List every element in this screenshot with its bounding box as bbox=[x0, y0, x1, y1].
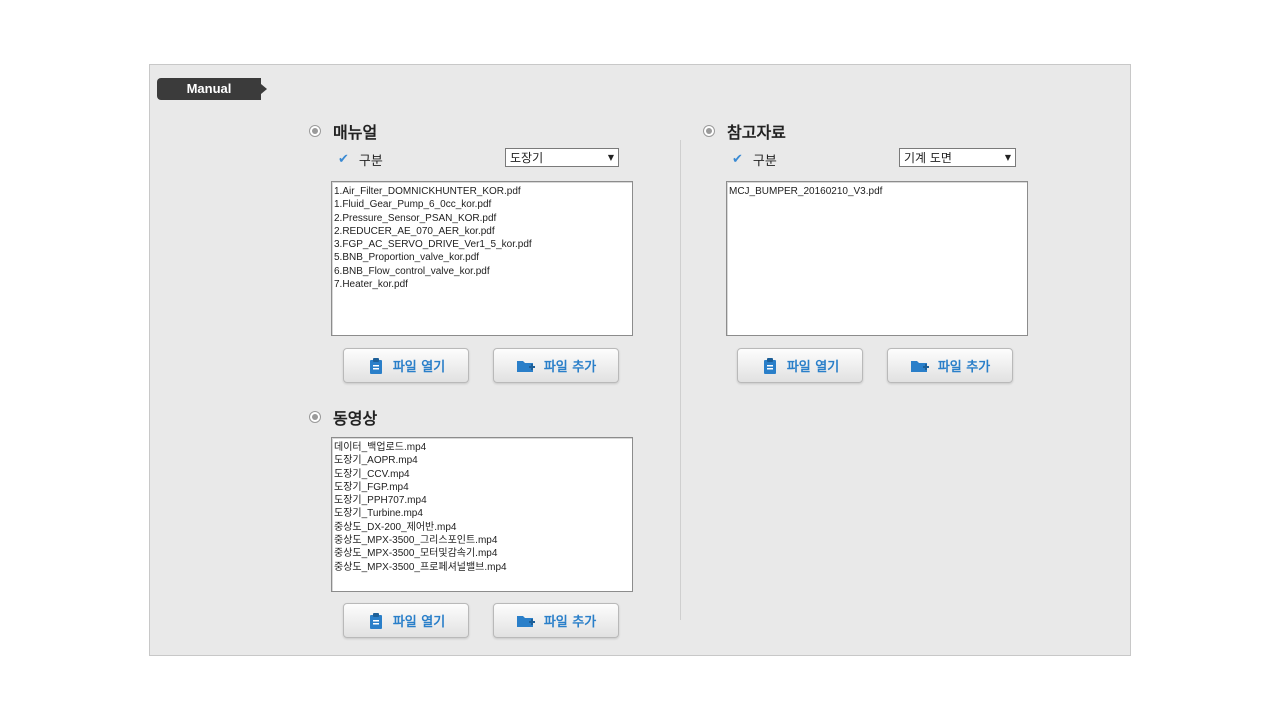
chevron-down-icon: ▼ bbox=[607, 153, 614, 162]
clipboard-icon bbox=[369, 612, 382, 629]
folder-add-icon bbox=[516, 360, 535, 372]
manual-section-title: 매뉴얼 bbox=[309, 119, 377, 143]
folder-add-icon bbox=[910, 360, 929, 372]
list-item[interactable]: 5.BNB_Proportion_valve_kor.pdf bbox=[334, 251, 630, 264]
manual-panel: Manual 매뉴얼 ✔ 구분 도장기 ▼ 1.Air_Filter_DOMNI… bbox=[149, 64, 1131, 656]
manual-open-file-button[interactable]: 파일 열기 bbox=[343, 348, 469, 383]
video-title: 동영상 bbox=[333, 409, 378, 428]
manual-select-value: 도장기 bbox=[510, 151, 544, 165]
reference-section-title: 참고자료 bbox=[703, 119, 786, 143]
list-item[interactable]: 1.Air_Filter_DOMNICKHUNTER_KOR.pdf bbox=[334, 185, 630, 198]
check-icon: ✔ bbox=[732, 152, 743, 167]
list-item[interactable]: 2.REDUCER_AE_070_AER_kor.pdf bbox=[334, 225, 630, 238]
reference-add-label: 파일 추가 bbox=[937, 360, 991, 375]
manual-category-label: 구분 bbox=[358, 154, 383, 169]
manual-category-select[interactable]: 도장기 ▼ bbox=[505, 148, 619, 167]
manual-file-list[interactable]: 1.Air_Filter_DOMNICKHUNTER_KOR.pdf 1.Flu… bbox=[331, 181, 633, 336]
reference-open-label: 파일 열기 bbox=[786, 360, 840, 375]
video-open-file-button[interactable]: 파일 열기 bbox=[343, 603, 469, 638]
folder-add-icon bbox=[516, 615, 535, 627]
list-item[interactable]: 7.Heater_kor.pdf bbox=[334, 278, 630, 291]
reference-add-file-button[interactable]: 파일 추가 bbox=[887, 348, 1013, 383]
list-item[interactable]: 3.FGP_AC_SERVO_DRIVE_Ver1_5_kor.pdf bbox=[334, 238, 630, 251]
column-divider bbox=[680, 140, 681, 620]
manual-open-label: 파일 열기 bbox=[392, 360, 446, 375]
list-item[interactable]: 중상도_MPX-3500_모터및감속기.mp4 bbox=[334, 547, 630, 560]
reference-file-list[interactable]: MCJ_BUMPER_20160210_V3.pdf bbox=[726, 181, 1028, 336]
video-file-list[interactable]: 데이터_백업로드.mp4 도장기_AOPR.mp4 도장기_CCV.mp4 도장… bbox=[331, 437, 633, 592]
list-item[interactable]: 도장기_Turbine.mp4 bbox=[334, 507, 630, 520]
video-add-file-button[interactable]: 파일 추가 bbox=[493, 603, 619, 638]
reference-select-value: 기계 도면 bbox=[904, 151, 952, 165]
list-item[interactable]: 도장기_FGP.mp4 bbox=[334, 481, 630, 494]
reference-category-select[interactable]: 기계 도면 ▼ bbox=[899, 148, 1016, 167]
list-item[interactable]: 데이터_백업로드.mp4 bbox=[334, 441, 630, 454]
radio-icon[interactable] bbox=[309, 125, 321, 137]
clipboard-icon bbox=[369, 357, 382, 374]
chevron-down-icon: ▼ bbox=[1004, 153, 1011, 162]
reference-open-file-button[interactable]: 파일 열기 bbox=[737, 348, 863, 383]
manual-add-label: 파일 추가 bbox=[543, 360, 597, 375]
radio-icon[interactable] bbox=[703, 125, 715, 137]
list-item[interactable]: 중상도_MPX-3500_그리스포인트.mp4 bbox=[334, 534, 630, 547]
reference-category-label: 구분 bbox=[752, 154, 777, 169]
list-item[interactable]: 도장기_PPH707.mp4 bbox=[334, 494, 630, 507]
list-item[interactable]: 1.Fluid_Gear_Pump_6_0cc_kor.pdf bbox=[334, 198, 630, 211]
manual-category: ✔ 구분 bbox=[338, 150, 383, 169]
list-item[interactable]: 도장기_CCV.mp4 bbox=[334, 468, 630, 481]
list-item[interactable]: 2.Pressure_Sensor_PSAN_KOR.pdf bbox=[334, 212, 630, 225]
manual-tag: Manual bbox=[157, 78, 267, 100]
list-item[interactable]: MCJ_BUMPER_20160210_V3.pdf bbox=[729, 185, 1025, 198]
video-section-title: 동영상 bbox=[309, 405, 377, 429]
list-item[interactable]: 중상도_MPX-3500_프로페셔널밸브.mp4 bbox=[334, 561, 630, 574]
video-add-label: 파일 추가 bbox=[543, 615, 597, 630]
check-icon: ✔ bbox=[338, 152, 349, 167]
radio-icon[interactable] bbox=[309, 411, 321, 423]
manual-title: 매뉴얼 bbox=[333, 123, 378, 142]
clipboard-icon bbox=[763, 357, 776, 374]
list-item[interactable]: 6.BNB_Flow_control_valve_kor.pdf bbox=[334, 265, 630, 278]
reference-title: 참고자료 bbox=[727, 123, 786, 142]
list-item[interactable]: 중상도_DX-200_제어반.mp4 bbox=[334, 521, 630, 534]
manual-add-file-button[interactable]: 파일 추가 bbox=[493, 348, 619, 383]
list-item[interactable]: 도장기_AOPR.mp4 bbox=[334, 454, 630, 467]
reference-category: ✔ 구분 bbox=[732, 150, 777, 169]
video-open-label: 파일 열기 bbox=[392, 615, 446, 630]
